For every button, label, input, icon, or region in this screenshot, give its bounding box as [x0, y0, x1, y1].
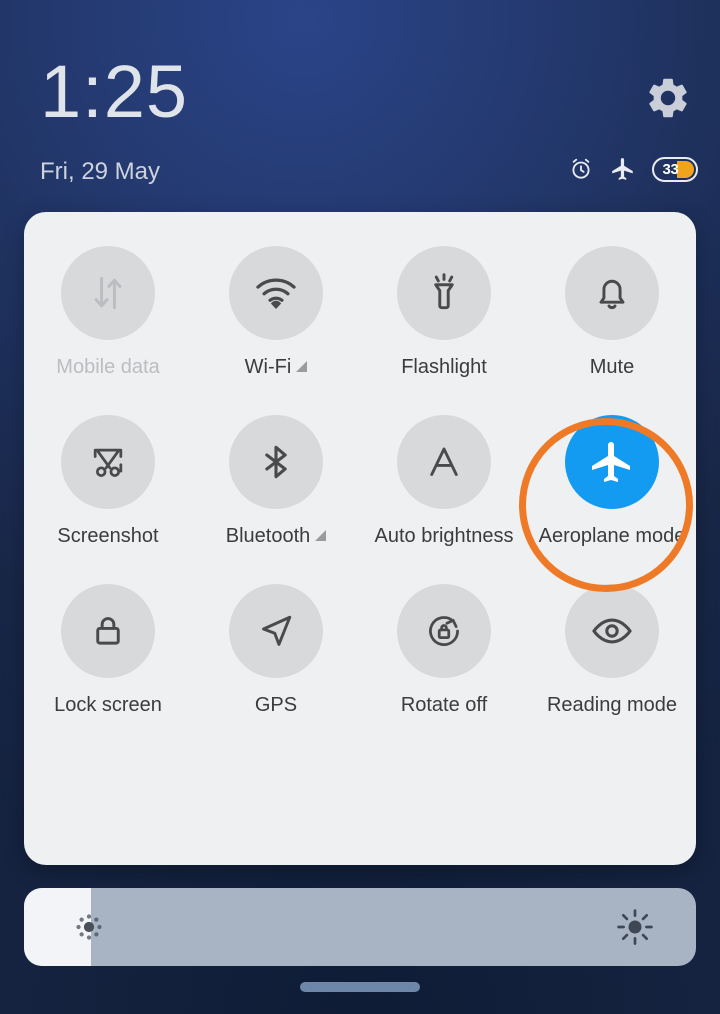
tile-label-text: Rotate off: [400, 694, 488, 716]
airplane-icon: [592, 442, 630, 482]
tile-label: Auto brightness: [375, 525, 514, 548]
tile-icon-container: [565, 415, 659, 509]
brightness-slider[interactable]: [24, 888, 696, 966]
tile-label-text: Bluetooth: [225, 525, 311, 547]
auto-brightness-icon: [430, 447, 458, 476]
tile-label: Mute: [590, 356, 634, 379]
bell-icon: [599, 279, 625, 310]
bluetooth-icon: [265, 445, 287, 479]
tile-auto-brightness[interactable]: Auto brightness: [360, 415, 528, 548]
tile-lock-screen[interactable]: Lock screen: [24, 584, 192, 717]
tile-icon-container: [397, 246, 491, 340]
tile-label-text: Flashlight: [401, 356, 487, 378]
tile-label: Rotate off: [401, 694, 487, 717]
battery-percent: 33: [662, 160, 679, 178]
tile-label-text: Aeroplane mode: [538, 525, 686, 547]
tile-icon-container: [229, 415, 323, 509]
eye-icon: [592, 618, 632, 644]
tile-mute[interactable]: Mute: [528, 246, 696, 379]
home-indicator[interactable]: [300, 982, 420, 992]
lock-icon: [96, 617, 120, 645]
status-header: 1:25 Fri, 29 May 33: [0, 0, 720, 205]
quick-settings-panel: Mobile data Wi-Fi Flashlight Mute Screen…: [24, 212, 696, 865]
tile-icon-container: [565, 246, 659, 340]
tile-icon-container: [397, 584, 491, 678]
tile-icon-container: [61, 246, 155, 340]
tile-rotate-off[interactable]: Rotate off: [360, 584, 528, 717]
tile-icon-container: [397, 415, 491, 509]
wifi-icon: [256, 278, 296, 309]
tile-label-text: Reading mode: [546, 694, 678, 716]
tile-label: Screenshot: [57, 525, 158, 548]
tile-icon-container: [61, 584, 155, 678]
tile-aeroplane-mode[interactable]: Aeroplane mode: [528, 415, 696, 548]
tile-gps[interactable]: GPS: [192, 584, 360, 717]
quick-settings-tile-grid: Mobile data Wi-Fi Flashlight Mute Screen…: [24, 246, 696, 717]
screenshot-icon: [93, 448, 123, 477]
tile-reading-mode[interactable]: Reading mode: [528, 584, 696, 717]
tile-label-text: Auto brightness: [374, 525, 514, 547]
tile-label-text: Screenshot: [57, 525, 159, 547]
tile-bluetooth[interactable]: Bluetooth: [192, 415, 360, 548]
rotate-lock-icon: [429, 616, 459, 646]
chevron-expand-icon[interactable]: [315, 530, 327, 541]
tile-label-text: Wi-Fi: [244, 356, 292, 378]
tile-icon-container: [229, 584, 323, 678]
airplane-icon: [610, 156, 636, 182]
tile-flashlight[interactable]: Flashlight: [360, 246, 528, 379]
mobile-data-icon: [94, 276, 122, 310]
battery-indicator: 33: [652, 156, 698, 182]
alarm-icon: [568, 156, 594, 182]
tile-label-text: Mute: [589, 356, 635, 378]
tile-label: Mobile data: [56, 356, 159, 379]
tile-wifi[interactable]: Wi-Fi: [192, 246, 360, 379]
tile-label: Bluetooth: [226, 525, 327, 548]
tile-screenshot[interactable]: Screenshot: [24, 415, 192, 548]
tile-icon-container: [61, 415, 155, 509]
tile-label-text: Mobile data: [56, 356, 160, 378]
tile-label: Lock screen: [54, 694, 162, 717]
tile-label-text: GPS: [254, 694, 298, 716]
clock-date: Fri, 29 May: [40, 158, 161, 185]
clock-time: 1:25: [40, 50, 189, 133]
tile-label: Reading mode: [547, 694, 677, 717]
tile-icon-container: [565, 584, 659, 678]
tile-label: Aeroplane mode: [539, 525, 686, 548]
brightness-low-icon: [72, 910, 106, 944]
tile-mobile-data[interactable]: Mobile data: [24, 246, 192, 379]
tile-label-text: Lock screen: [54, 694, 162, 716]
tile-label: Wi-Fi: [245, 356, 308, 379]
tile-icon-container: [229, 246, 323, 340]
tile-label: Flashlight: [401, 356, 487, 379]
flashlight-icon: [434, 273, 454, 310]
gps-arrow-icon: [262, 615, 292, 646]
tile-label: GPS: [255, 694, 297, 717]
chevron-expand-icon[interactable]: [296, 361, 308, 372]
brightness-high-icon: [616, 908, 654, 946]
status-bar-icons: 33: [568, 156, 698, 182]
gear-icon[interactable]: [644, 74, 692, 122]
